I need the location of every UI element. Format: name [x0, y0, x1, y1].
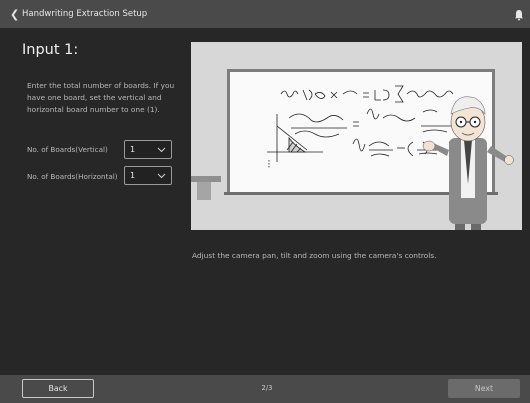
instruction-text: Enter the total number of boards. If you…: [27, 81, 175, 114]
vertical-boards-select[interactable]: 1: [124, 140, 172, 159]
next-button[interactable]: Next: [448, 379, 520, 398]
horizontal-boards-select[interactable]: 1: [124, 166, 172, 185]
back-button[interactable]: Back: [22, 379, 94, 398]
footer-bar: Back 2/3 Next: [0, 375, 530, 403]
back-chevron-icon[interactable]: ❮: [10, 9, 20, 20]
horizontal-boards-value: 1: [130, 171, 136, 180]
page-title: Input 1:: [22, 42, 79, 58]
vertical-boards-value: 1: [130, 145, 136, 154]
title-bar: ❮ Handwriting Extraction Setup: [0, 0, 530, 28]
chevron-down-icon: [157, 147, 166, 153]
vertical-boards-label: No. of Boards(Vertical): [27, 145, 108, 154]
page-indicator: 2/3: [261, 384, 273, 392]
whiteboard-illustration: [191, 42, 522, 230]
bell-icon[interactable]: [514, 9, 524, 21]
chevron-down-icon: [157, 173, 166, 179]
window-title: Handwriting Extraction Setup: [22, 9, 148, 19]
horizontal-boards-label: No. of Boards(Horizontal): [27, 172, 118, 181]
camera-instruction: Adjust the camera pan, tilt and zoom usi…: [192, 251, 437, 260]
